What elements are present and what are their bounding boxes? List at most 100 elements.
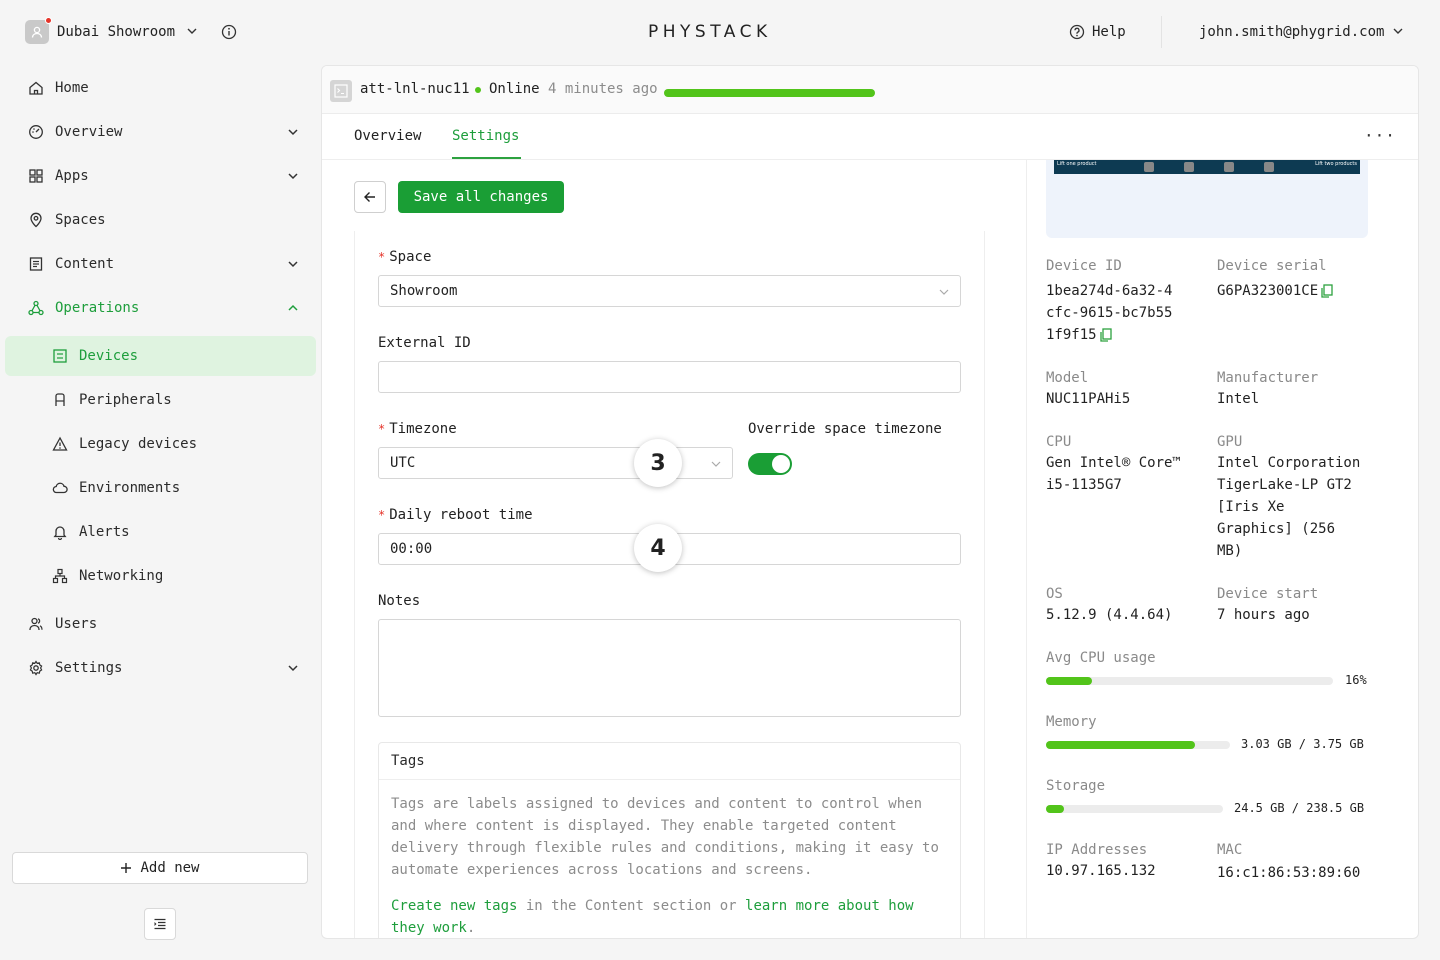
device-serial-label: Device serial xyxy=(1217,258,1327,274)
gear-icon xyxy=(27,659,45,677)
tags-help-text: Create new tags in the Content section o… xyxy=(391,898,914,936)
model-value: NUC11PAHi5 xyxy=(1046,391,1131,407)
sidebar-item-devices[interactable]: Devices xyxy=(51,344,138,368)
sidebar-item-label: Apps xyxy=(55,168,89,184)
collapse-sidebar-button[interactable] xyxy=(144,908,176,940)
chevron-down-icon[interactable] xyxy=(286,257,300,271)
copy-icon[interactable] xyxy=(1321,284,1333,298)
sidebar-item-label: Legacy devices xyxy=(79,436,198,452)
sidebar-item-alerts[interactable]: Alerts xyxy=(51,520,130,544)
sidebar-item-label: Spaces xyxy=(55,212,106,228)
sidebar-item-content[interactable]: Content xyxy=(27,252,114,276)
plus-icon xyxy=(120,862,132,874)
copy-icon[interactable] xyxy=(1099,328,1112,342)
chevron-down-icon[interactable] xyxy=(286,169,300,183)
help-link[interactable]: Help xyxy=(1092,24,1126,40)
sidebar-item-operations[interactable]: Operations xyxy=(27,296,139,320)
device-serial-value: G6PA323001CE xyxy=(1217,280,1333,302)
save-all-changes-button[interactable]: Save all changes xyxy=(398,181,564,213)
chevron-down-icon[interactable] xyxy=(186,25,198,37)
add-new-button[interactable]: Add new xyxy=(12,852,308,884)
tab-settings[interactable]: Settings xyxy=(452,128,519,144)
space-label: * Space xyxy=(378,249,432,265)
device-last-seen: 4 minutes ago xyxy=(548,81,658,97)
workspace-name[interactable]: Dubai Showroom xyxy=(57,24,175,40)
sidebar-item-label: Alerts xyxy=(79,524,130,540)
sidebar-item-label: Overview xyxy=(55,124,123,140)
sidebar-item-label: Peripherals xyxy=(79,392,172,408)
external-id-label: External ID xyxy=(378,335,471,351)
cpu-value: Gen Intel® Core™ i5-1135G7 xyxy=(1046,455,1181,493)
workspace-avatar-icon[interactable] xyxy=(25,17,52,44)
device-start-label: Device start xyxy=(1217,586,1319,602)
network-icon xyxy=(51,567,69,585)
chevron-down-icon xyxy=(710,458,722,470)
storage-fill xyxy=(1046,805,1064,813)
chevron-down-icon xyxy=(938,286,950,298)
arrow-left-icon xyxy=(363,190,377,204)
home-icon xyxy=(27,79,45,97)
back-button[interactable] xyxy=(354,181,386,213)
sidebar-item-users[interactable]: Users xyxy=(27,612,97,636)
sidebar-item-peripherals[interactable]: Peripherals xyxy=(51,388,172,412)
user-menu-chevron-icon[interactable] xyxy=(1392,25,1404,37)
cpu-usage-fill xyxy=(1046,677,1092,685)
storage-label: Storage xyxy=(1046,778,1106,794)
reboot-time-label: * Daily reboot time xyxy=(378,507,533,523)
override-timezone-label: Override space timezone xyxy=(748,421,942,437)
tab-overview[interactable]: Overview xyxy=(354,128,421,144)
more-options-icon[interactable]: ··· xyxy=(1364,126,1396,145)
topbar-divider xyxy=(1161,16,1162,48)
add-new-label: Add new xyxy=(140,860,200,876)
cloud-icon xyxy=(51,479,69,497)
sidebar-item-environments[interactable]: Environments xyxy=(51,476,180,500)
preview-caption-right: Lift two products xyxy=(1315,161,1357,167)
gpu-label: GPU xyxy=(1217,434,1243,450)
sidebar-item-label: Home xyxy=(55,80,89,96)
apps-grid-icon xyxy=(27,167,45,185)
phystack-logo[interactable]: PHYSTACK xyxy=(648,22,772,42)
device-start-value: 7 hours ago xyxy=(1217,607,1310,623)
top-bar: Dubai Showroom PHYSTACK Help john.smith@… xyxy=(0,0,1440,64)
space-select-value: Showroom xyxy=(390,283,458,299)
chevron-up-icon[interactable] xyxy=(286,301,300,315)
cpu-usage-bar xyxy=(1046,677,1333,685)
sidebar-item-label: Networking xyxy=(79,568,164,584)
ip-label: IP Addresses xyxy=(1046,842,1148,858)
sidebar-item-networking[interactable]: Networking xyxy=(51,564,163,588)
sidebar-item-label: Users xyxy=(55,616,98,632)
notes-textarea[interactable] xyxy=(378,619,961,717)
device-header: att-lnl-nuc11 Online 4 minutes ago xyxy=(322,66,1418,114)
user-email[interactable]: john.smith@phygrid.com xyxy=(1199,24,1384,40)
device-icon xyxy=(51,347,69,365)
location-pin-icon xyxy=(27,211,45,229)
override-timezone-toggle[interactable] xyxy=(748,453,792,475)
peripheral-icon xyxy=(51,391,69,409)
sidebar-item-label: Environments xyxy=(79,480,181,496)
external-id-input[interactable] xyxy=(378,361,961,393)
info-divider xyxy=(1026,160,1027,938)
sidebar-item-overview[interactable]: Overview xyxy=(27,120,122,144)
help-icon[interactable] xyxy=(1069,24,1085,40)
bell-icon xyxy=(51,523,69,541)
create-tags-link[interactable]: Create new tags xyxy=(391,898,517,914)
sidebar-item-spaces[interactable]: Spaces xyxy=(27,208,106,232)
toggle-knob xyxy=(772,455,790,473)
content-icon xyxy=(27,255,45,273)
content-preview: Lift one product Lift two products xyxy=(1046,160,1368,238)
ip-value: 10.97.165.132 xyxy=(1046,863,1156,879)
mac-value: 16:c1:86:53:89:60 xyxy=(1217,865,1361,881)
info-icon[interactable] xyxy=(221,24,237,40)
cpu-label: CPU xyxy=(1046,434,1072,450)
warning-icon xyxy=(51,435,69,453)
step-marker-4: 4 xyxy=(634,524,682,572)
space-select[interactable]: Showroom xyxy=(378,275,961,307)
reboot-time-value: 00:00 xyxy=(390,541,433,557)
sidebar-item-legacy-devices[interactable]: Legacy devices xyxy=(51,432,197,456)
sidebar-item-home[interactable]: Home xyxy=(27,76,89,100)
sidebar-item-apps[interactable]: Apps xyxy=(27,164,89,188)
chevron-down-icon[interactable] xyxy=(286,125,300,139)
chevron-down-icon[interactable] xyxy=(286,661,300,675)
dashboard-icon xyxy=(27,123,45,141)
sidebar-item-settings[interactable]: Settings xyxy=(27,656,122,680)
